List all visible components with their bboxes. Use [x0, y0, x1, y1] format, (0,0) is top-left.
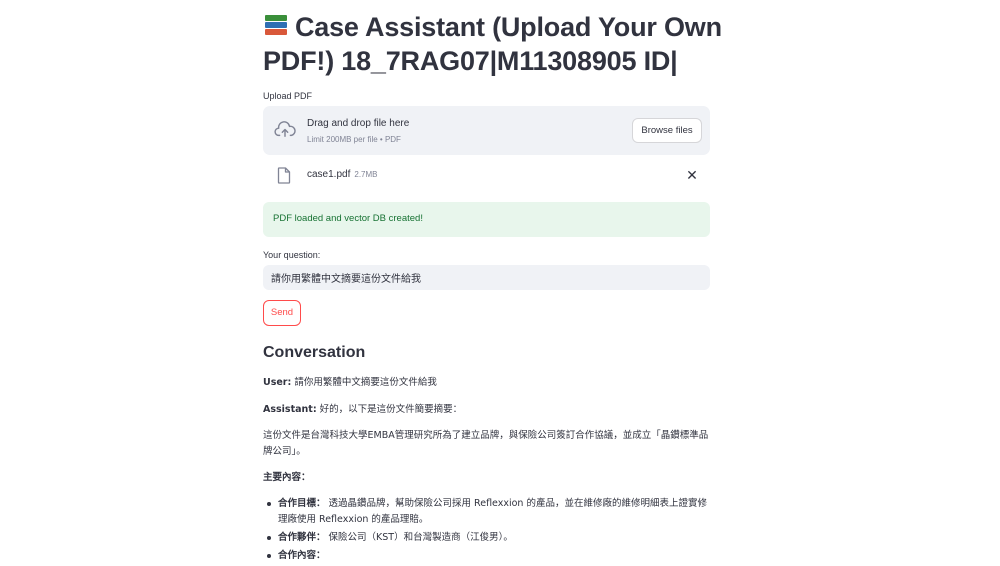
success-alert: PDF loaded and vector DB created!: [263, 202, 710, 237]
user-label: User:: [263, 377, 292, 388]
assistant-label: Assistant:: [263, 404, 317, 415]
remove-file-close-icon[interactable]: ✕: [684, 168, 700, 184]
file-name-text: case1.pdf: [307, 169, 351, 180]
list-item: 合作內容：: [263, 548, 710, 564]
list-item-label: 合作夥伴：: [278, 532, 326, 543]
books-icon: [263, 13, 289, 39]
main-content-heading: 主要內容：: [263, 472, 311, 483]
assistant-message: Assistant: 好的，以下是這份文件簡要摘要：: [263, 402, 710, 418]
list-item-text: 透過晶鑽品牌，幫助保險公司採用 Reflexxion 的產品，並在維修廠的維修明…: [278, 498, 707, 525]
user-message-text: 請你用繁體中文摘要這份文件給我: [291, 377, 437, 388]
success-message: PDF loaded and vector DB created!: [273, 213, 423, 224]
page-title: Case Assistant (Upload Your Own PDF!) 18…: [263, 10, 723, 78]
page-title-text: Case Assistant (Upload Your Own PDF!) 18…: [263, 12, 722, 76]
upload-label: Upload PDF: [263, 91, 313, 101]
list-item: 合作夥伴： 保險公司（KST）和台灣製造商（江俊男）。: [263, 530, 710, 546]
cloud-upload-icon: [274, 121, 296, 138]
uploaded-file: case1.pdf 2.7MB ✕: [263, 163, 710, 189]
list-item-label: 合作目標：: [278, 498, 326, 509]
file-dropzone[interactable]: Drag and drop file here Limit 200MB per …: [263, 106, 710, 155]
assistant-message-text: 好的，以下是這份文件簡要摘要：: [316, 404, 463, 415]
file-size: 2.7MB: [354, 170, 378, 179]
list-item: 合作目標： 透過晶鑽品牌，幫助保險公司採用 Reflexxion 的產品，並在維…: [263, 496, 710, 528]
summary-list: 合作目標： 透過晶鑽品牌，幫助保險公司採用 Reflexxion 的產品，並在維…: [263, 496, 710, 566]
conversation-heading: Conversation: [263, 344, 366, 361]
dropzone-instructions: Drag and drop file here: [307, 118, 410, 129]
question-input[interactable]: [263, 265, 710, 290]
file-icon: [277, 167, 291, 184]
list-item-label: 合作內容：: [278, 550, 326, 561]
file-name: case1.pdf 2.7MB: [307, 169, 378, 180]
list-item-text: 保險公司（KST）和台灣製造商（江俊男）。: [325, 532, 513, 543]
summary-paragraph: 這份文件是台灣科技大學EMBA管理研究所為了建立品牌，與保險公司簽訂合作協議，並…: [263, 430, 709, 457]
user-message: User: 請你用繁體中文摘要這份文件給我: [263, 375, 710, 391]
question-label: Your question:: [263, 250, 321, 260]
browse-files-button[interactable]: Browse files: [632, 118, 702, 143]
send-button[interactable]: Send: [263, 300, 301, 326]
dropzone-limit: Limit 200MB per file • PDF: [307, 135, 401, 144]
